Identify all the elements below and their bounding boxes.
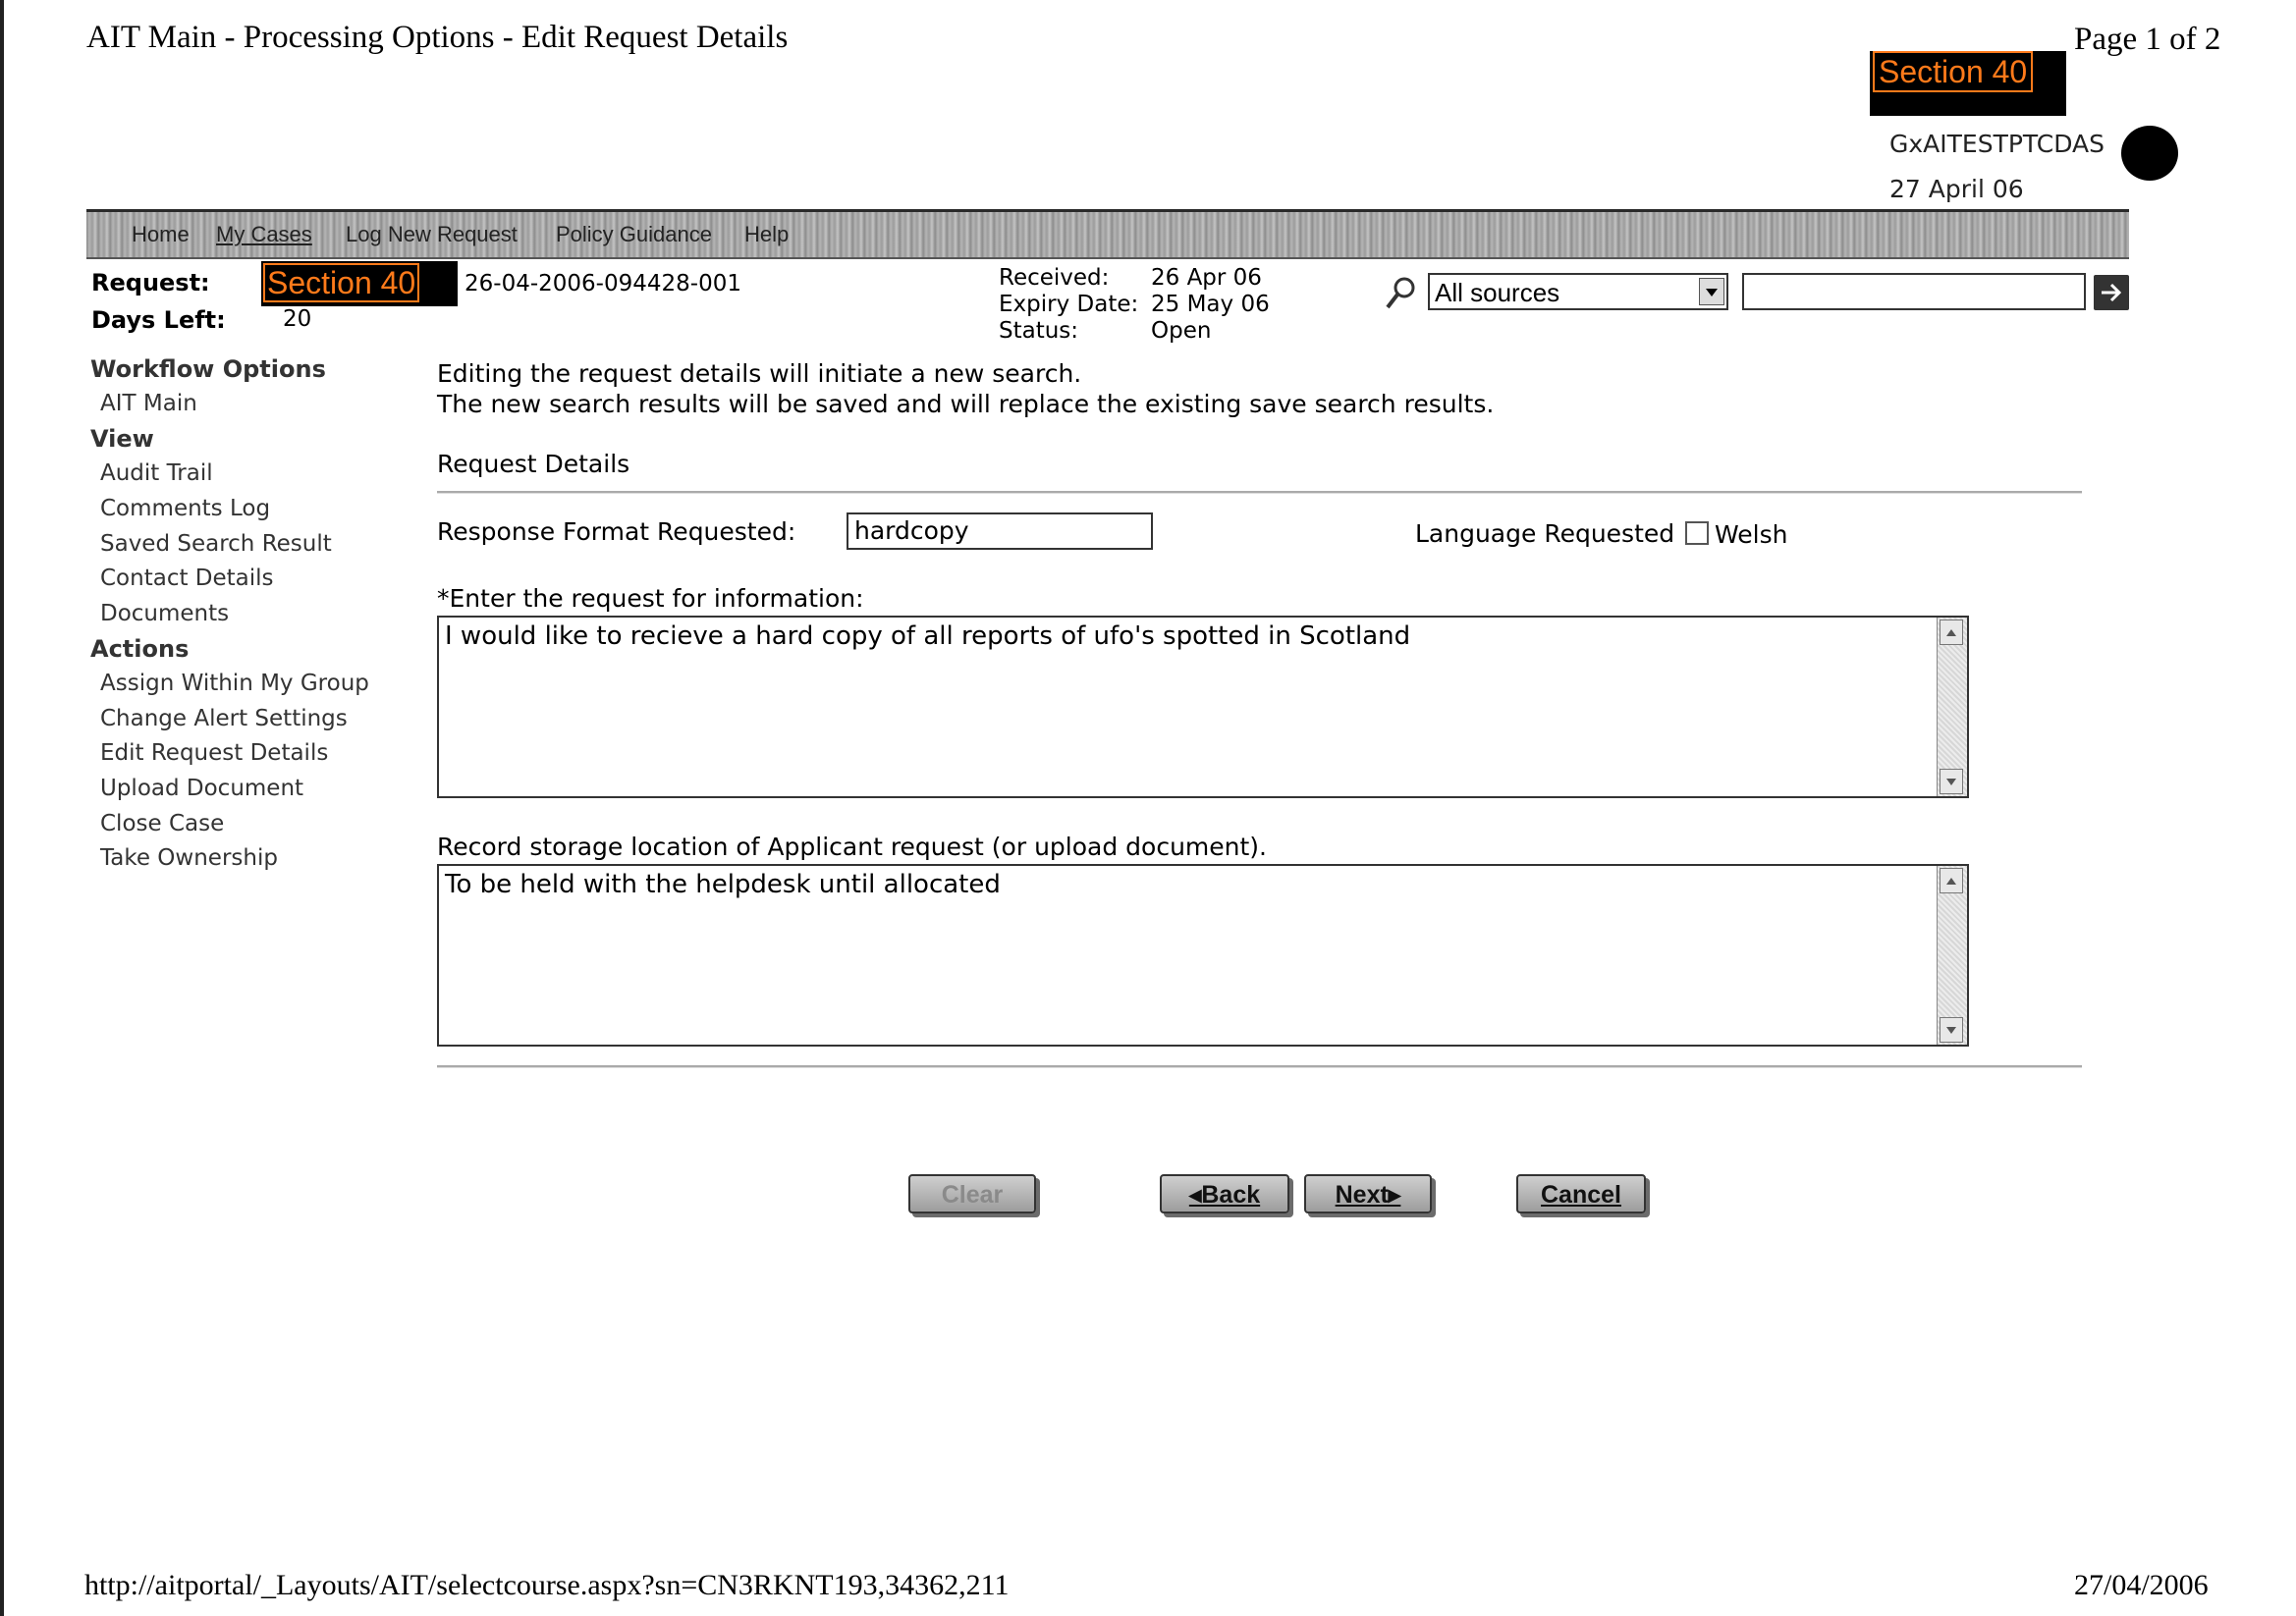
expiry-value: 25 May 06 [1151, 292, 1270, 317]
print-page-number: Page 1 of 2 [2074, 22, 2221, 57]
sidebar-item-upload-document[interactable]: Upload Document [100, 776, 303, 801]
sidebar-heading-view: View [90, 425, 154, 453]
received-value: 26 Apr 06 [1151, 265, 1262, 291]
sidebar-item-edit-request-details[interactable]: Edit Request Details [100, 740, 328, 766]
divider [437, 1065, 2082, 1068]
storage-textarea[interactable]: To be held with the helpdesk until alloc… [437, 864, 1969, 1047]
notice-line-1: Editing the request details will initiat… [437, 359, 1082, 388]
scrollbar[interactable] [1937, 866, 1967, 1045]
cancel-button[interactable]: Cancel [1516, 1174, 1646, 1213]
nav-my-cases[interactable]: My Cases [216, 222, 312, 247]
sidebar-item-comments-log[interactable]: Comments Log [100, 496, 270, 521]
request-label: Request: [91, 269, 210, 296]
source-select[interactable]: All sources [1428, 273, 1728, 310]
print-page-title: AIT Main - Processing Options - Edit Req… [86, 20, 789, 55]
next-button[interactable]: Next▸ [1304, 1174, 1432, 1213]
print-footer-url: http://aitportal/_Layouts/AIT/selectcour… [84, 1569, 1010, 1601]
sidebar-item-documents[interactable]: Documents [100, 601, 229, 626]
clear-button[interactable]: Clear [908, 1174, 1036, 1213]
scan-edge [0, 0, 4, 1616]
redaction-label: Section 40 [1873, 51, 2034, 92]
sidebar-item-saved-search-result[interactable]: Saved Search Result [100, 531, 332, 557]
scroll-down-icon[interactable] [1940, 1017, 1963, 1043]
user-id: GxAITESTPTCDAS [1889, 130, 2105, 158]
divider [437, 491, 2082, 494]
section-title: Request Details [437, 450, 630, 478]
scroll-up-icon[interactable] [1940, 619, 1963, 645]
welsh-label: Welsh [1715, 520, 1788, 549]
format-label: Response Format Requested: [437, 517, 796, 546]
sidebar-item-change-alert-settings[interactable]: Change Alert Settings [100, 706, 348, 731]
received-label: Received: [999, 265, 1110, 291]
print-footer-date: 27/04/2006 [2074, 1569, 2209, 1601]
go-button[interactable] [2094, 275, 2129, 310]
sidebar-item-take-ownership[interactable]: Take Ownership [100, 845, 278, 871]
redaction-label: Section 40 [263, 263, 420, 302]
scroll-down-icon[interactable] [1940, 769, 1963, 794]
search-input[interactable] [1742, 273, 2086, 310]
current-date: 27 April 06 [1889, 175, 2024, 203]
sidebar-heading-workflow: Workflow Options [90, 355, 326, 383]
redaction-dot [2121, 126, 2178, 181]
nav-log-new-request[interactable]: Log New Request [346, 222, 518, 247]
magnifier-icon [1385, 275, 1418, 312]
sidebar-heading-actions: Actions [90, 635, 190, 663]
storage-text: To be held with the helpdesk until alloc… [445, 870, 1001, 899]
status-value: Open [1151, 318, 1212, 344]
sidebar-item-audit-trail[interactable]: Audit Trail [100, 460, 213, 486]
status-label: Status: [999, 318, 1079, 344]
nav-help[interactable]: Help [744, 222, 789, 247]
scrollbar[interactable] [1937, 618, 1967, 796]
arrow-right-icon [2102, 283, 2122, 302]
days-left-value: 20 [283, 306, 312, 332]
redaction-block: Section 40 [261, 261, 458, 306]
top-nav-bar: Home My Cases Log New Request Policy Gui… [86, 209, 2129, 259]
expiry-label: Expiry Date: [999, 292, 1139, 317]
request-textarea[interactable]: I would like to recieve a hard copy of a… [437, 616, 1969, 798]
notice-line-2: The new search results will be saved and… [437, 390, 1495, 418]
back-button[interactable]: ◂Back [1160, 1174, 1289, 1213]
welsh-checkbox[interactable] [1685, 521, 1709, 545]
request-text: I would like to recieve a hard copy of a… [445, 621, 1411, 651]
redaction-block: Section 40 [1870, 51, 2066, 116]
source-select-value: All sources [1435, 278, 1560, 307]
request-id: 26-04-2006-094428-001 [465, 271, 741, 296]
scroll-up-icon[interactable] [1940, 868, 1963, 893]
language-label: Language Requested [1415, 519, 1675, 548]
sidebar-item-ait-main[interactable]: AIT Main [100, 391, 197, 416]
sidebar-item-assign-within-my-group[interactable]: Assign Within My Group [100, 671, 369, 696]
chevron-down-icon[interactable] [1699, 278, 1724, 305]
request-text-label: *Enter the request for information: [437, 584, 864, 613]
storage-label: Record storage location of Applicant req… [437, 833, 1267, 861]
sidebar-item-contact-details[interactable]: Contact Details [100, 566, 274, 591]
sidebar-item-close-case[interactable]: Close Case [100, 811, 224, 836]
nav-home[interactable]: Home [132, 222, 190, 247]
nav-policy-guidance[interactable]: Policy Guidance [556, 222, 712, 247]
format-field[interactable]: hardcopy [847, 512, 1153, 550]
days-left-label: Days Left: [91, 306, 226, 334]
